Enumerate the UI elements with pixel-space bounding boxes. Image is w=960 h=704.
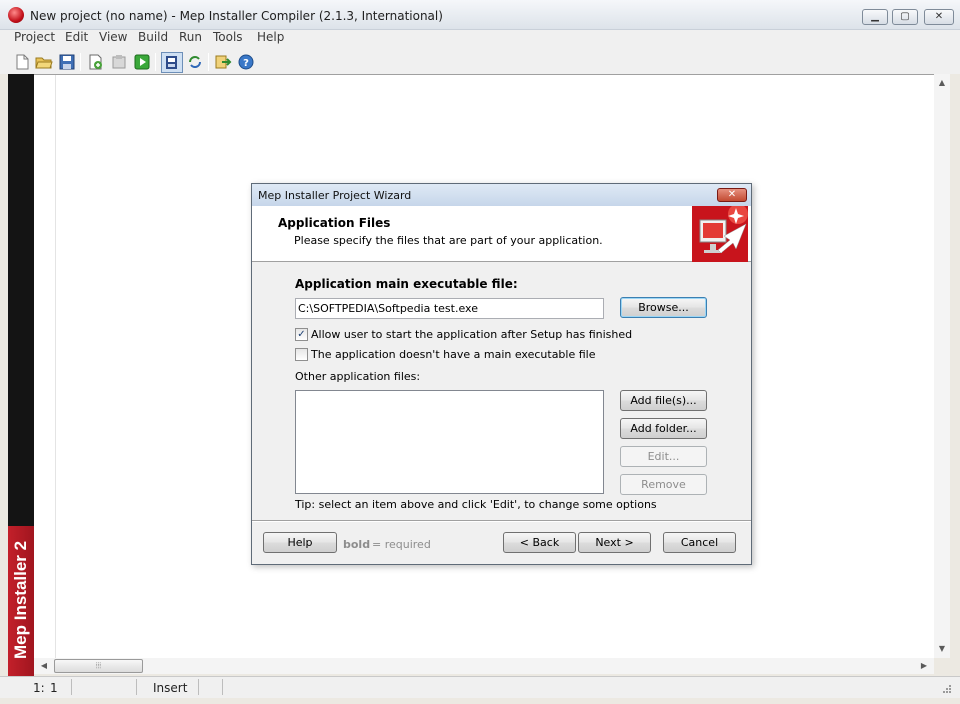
main-exe-label: Application main executable file: <box>295 277 518 291</box>
scroll-right-arrow[interactable]: ▶ <box>916 661 932 670</box>
save-icon[interactable] <box>58 53 76 71</box>
horizontal-scroll-thumb[interactable]: ⦙⦙⦙ <box>54 659 143 673</box>
browse-button[interactable]: Browse... <box>620 297 707 318</box>
menu-build[interactable]: Build <box>138 30 168 50</box>
add-files-button[interactable]: Add file(s)... <box>620 390 707 411</box>
menu-run[interactable]: Run <box>179 30 202 50</box>
main-exe-field[interactable]: C:\SOFTPEDIA\Softpedia test.exe <box>295 298 604 319</box>
vertical-scrollbar[interactable]: ▲ ▼ <box>934 74 950 658</box>
dialog-title-bar: Mep Installer Project Wizard ✕ <box>252 184 751 206</box>
product-banner: Mep Installer 2 <box>8 74 34 676</box>
dialog-close-button[interactable]: ✕ <box>717 188 747 202</box>
allow-start-checkbox[interactable]: ✓ <box>295 328 308 341</box>
export-icon[interactable] <box>214 53 232 71</box>
back-button[interactable]: < Back <box>503 532 576 553</box>
horizontal-scrollbar[interactable]: ◀ ⦙⦙⦙ ▶ <box>34 658 934 674</box>
maximize-button[interactable]: ▢ <box>892 9 918 25</box>
status-divider <box>222 679 223 695</box>
menu-project[interactable]: Project <box>14 30 55 50</box>
toolbar-separator <box>208 53 209 71</box>
status-line: 1: <box>33 681 45 695</box>
scroll-up-arrow[interactable]: ▲ <box>934 78 950 87</box>
svg-text:?: ? <box>243 58 249 69</box>
menu-help[interactable]: Help <box>257 30 284 50</box>
app-icon <box>8 7 24 23</box>
banner-logo-area: Mep Installer 2 <box>8 526 34 676</box>
step-title: Application Files <box>278 216 391 230</box>
menu-edit[interactable]: Edit <box>65 30 88 50</box>
properties-icon[interactable] <box>110 53 128 71</box>
scroll-down-arrow[interactable]: ▼ <box>934 644 950 653</box>
menu-bar: Project Edit View Build Run Tools Help <box>0 30 960 50</box>
status-column: 1 <box>50 681 58 695</box>
other-files-list[interactable] <box>295 390 604 494</box>
dialog-separator <box>252 520 751 522</box>
dialog-header: Application Files Please specify the fil… <box>252 206 751 262</box>
cancel-button[interactable]: Cancel <box>663 532 736 553</box>
next-button[interactable]: Next > <box>578 532 651 553</box>
step-subtitle: Please specify the files that are part o… <box>294 234 603 247</box>
window-title: New project (no name) - Mep Installer Co… <box>30 9 443 23</box>
new-file-icon[interactable] <box>13 53 31 71</box>
menu-view[interactable]: View <box>99 30 127 50</box>
toolbar-separator <box>80 53 81 71</box>
status-mode: Insert <box>153 681 188 695</box>
close-button[interactable]: ✕ <box>924 9 954 25</box>
no-main-exe-label: The application doesn't have a main exec… <box>311 348 596 361</box>
open-folder-icon[interactable] <box>35 53 53 71</box>
required-hint-text: = required <box>372 538 431 551</box>
required-hint-bold: bold <box>343 538 371 551</box>
run-icon[interactable] <box>133 53 151 71</box>
editor-gutter <box>34 75 56 659</box>
status-divider <box>198 679 199 695</box>
remove-button[interactable]: Remove <box>620 474 707 495</box>
edit-button[interactable]: Edit... <box>620 446 707 467</box>
resize-grip-icon[interactable] <box>942 683 952 693</box>
other-files-label: Other application files: <box>295 370 421 383</box>
installer-logo-icon <box>692 206 748 262</box>
add-folder-button[interactable]: Add folder... <box>620 418 707 439</box>
toolbar: ? <box>0 50 960 74</box>
menu-tools[interactable]: Tools <box>213 30 243 50</box>
help-icon[interactable]: ? <box>237 53 255 71</box>
compile-icon[interactable] <box>161 52 183 73</box>
add-files-icon[interactable] <box>87 53 105 71</box>
title-bar: New project (no name) - Mep Installer Co… <box>0 0 960 30</box>
toolbar-separator <box>155 53 156 71</box>
status-bar: 1: 1 Insert <box>0 676 960 698</box>
help-button[interactable]: Help <box>263 532 337 553</box>
scroll-left-arrow[interactable]: ◀ <box>36 661 52 670</box>
status-divider <box>136 679 137 695</box>
banner-text: Mep Installer 2 <box>11 540 30 660</box>
allow-start-label: Allow user to start the application afte… <box>311 328 633 341</box>
minimize-button[interactable]: ▁ <box>862 9 888 25</box>
refresh-icon[interactable] <box>186 53 204 71</box>
no-main-exe-checkbox[interactable] <box>295 348 308 361</box>
status-divider <box>71 679 72 695</box>
tip-text: Tip: select an item above and click 'Edi… <box>295 498 657 511</box>
project-wizard-dialog: Mep Installer Project Wizard ✕ Applicati… <box>251 183 752 565</box>
dialog-title: Mep Installer Project Wizard <box>258 189 412 202</box>
